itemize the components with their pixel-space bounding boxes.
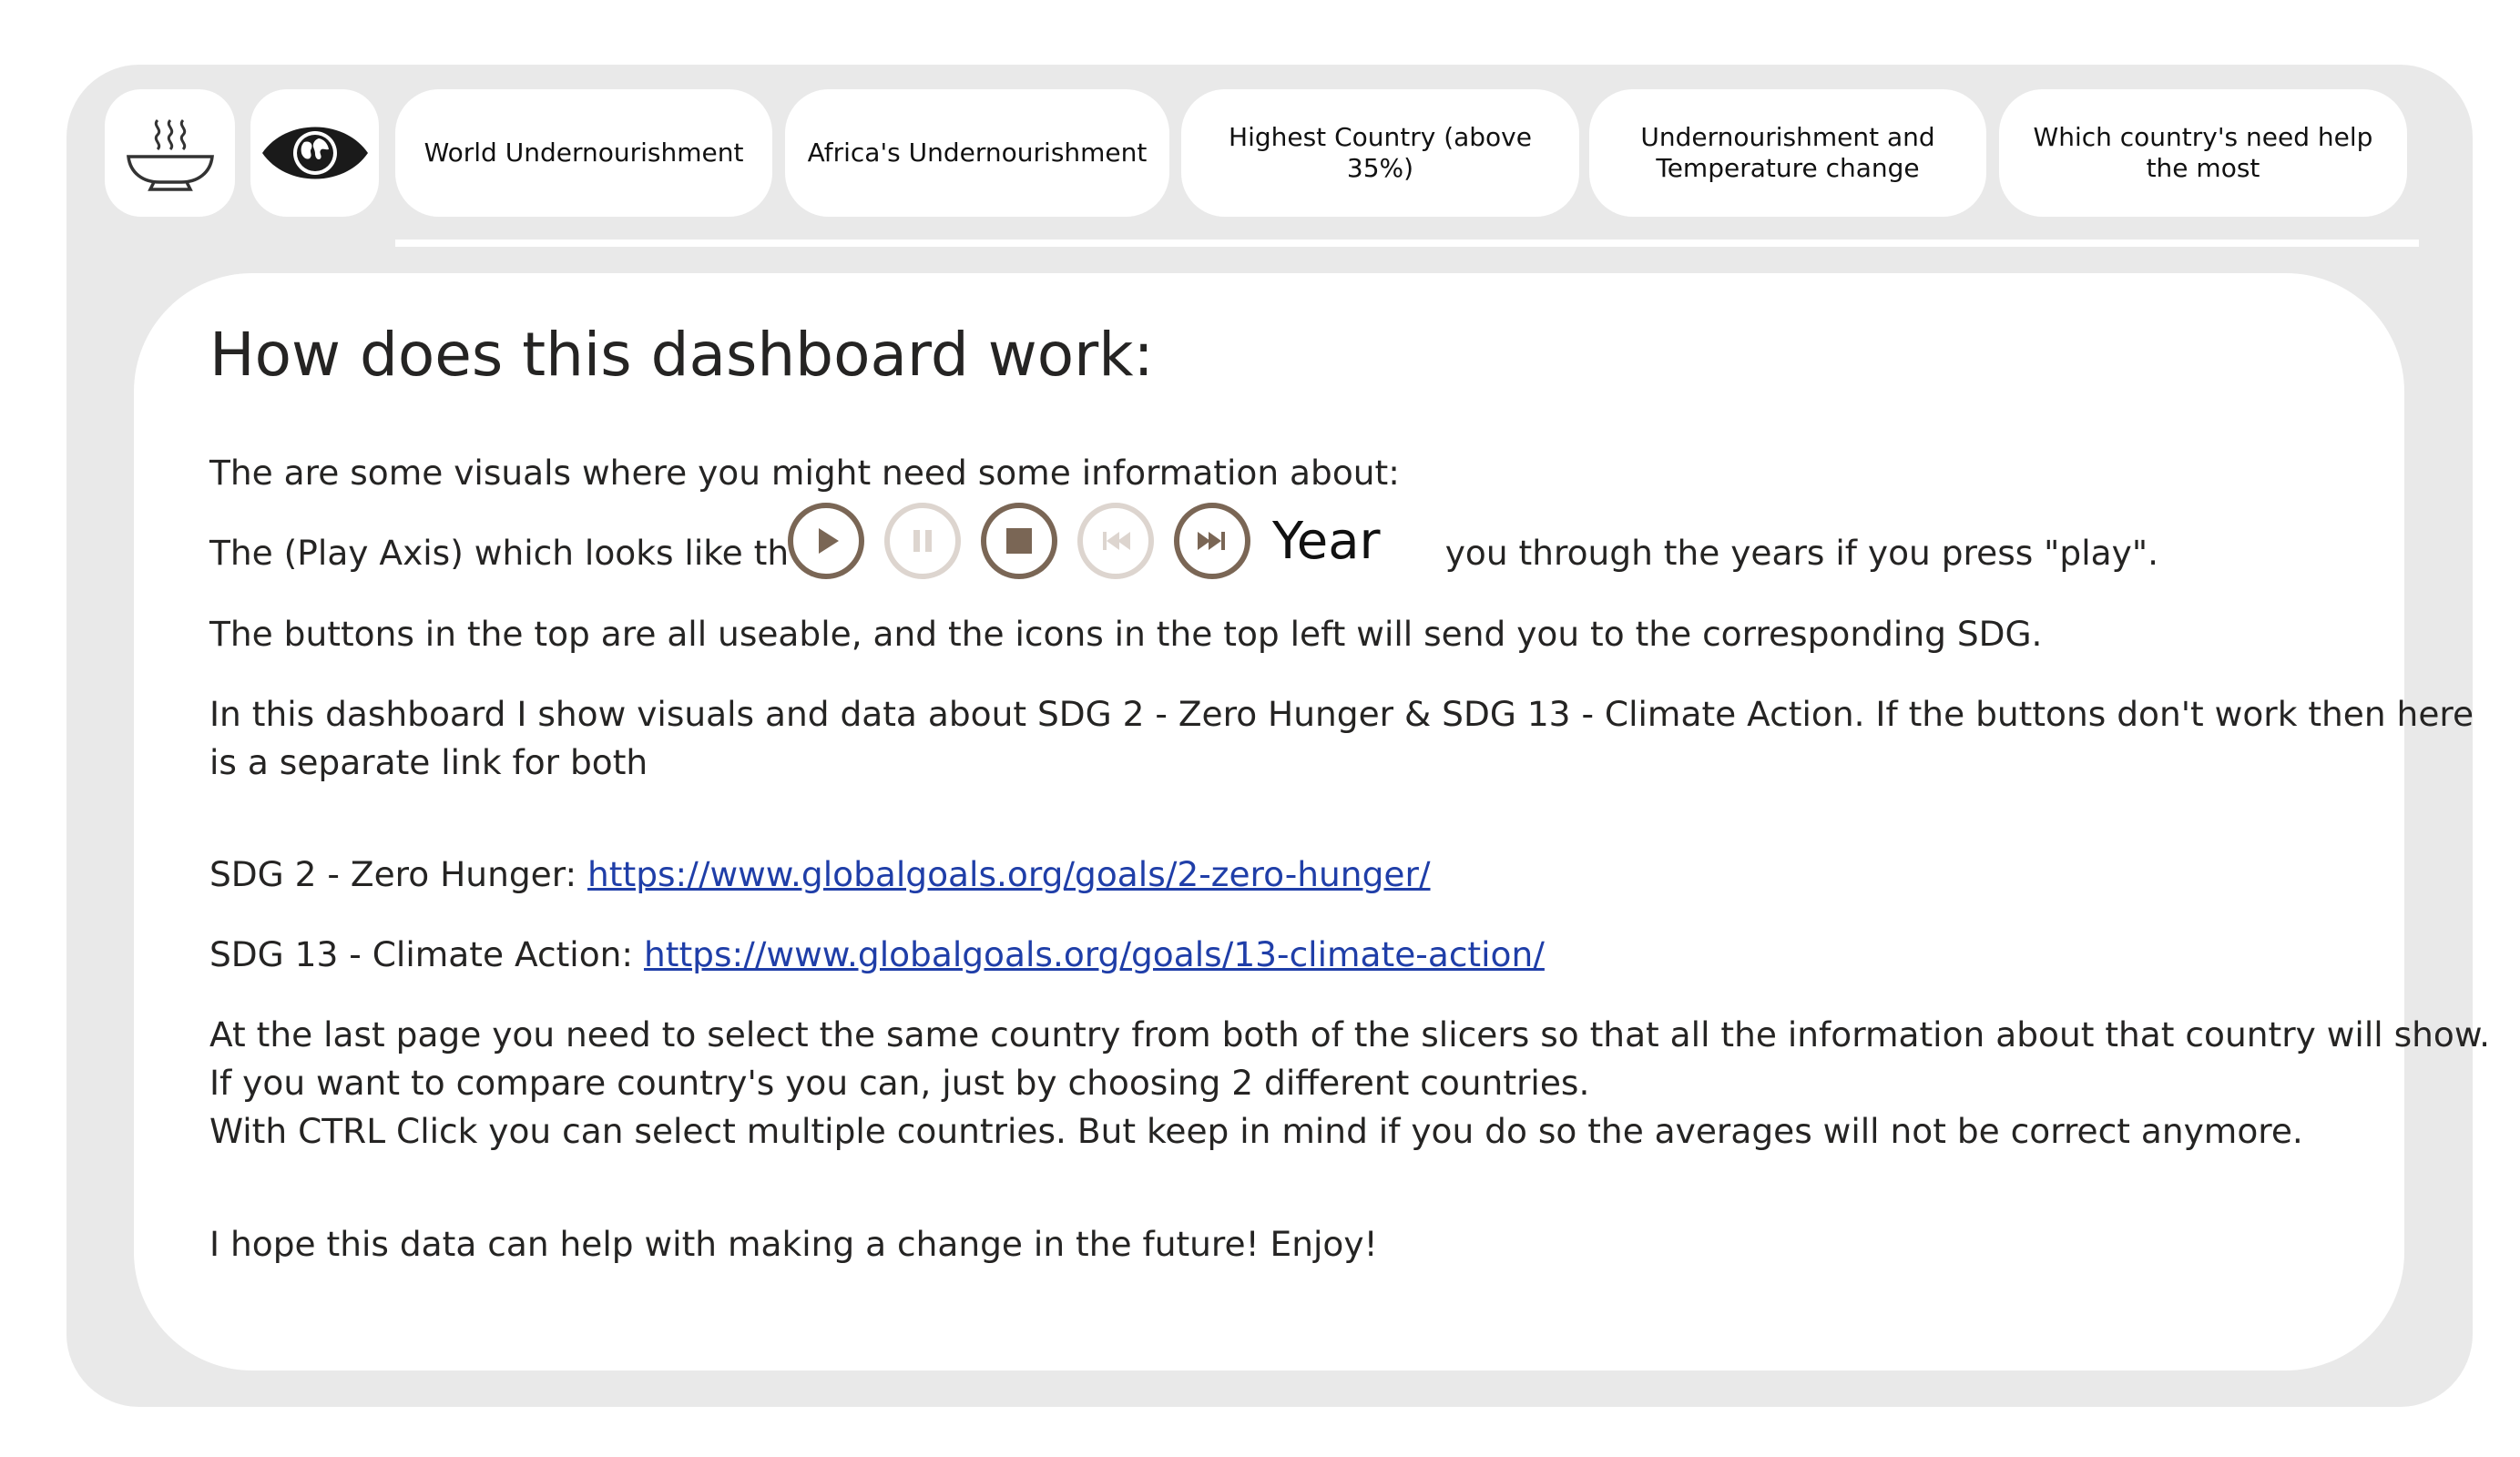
skip-back-button[interactable] [1077,503,1154,579]
sdg-info-text-line1: In this dashboard I show visuals and dat… [209,694,2474,734]
sdg13-label: SDG 13 - Climate Action: [209,934,634,974]
soup-bowl-icon [126,118,214,191]
closing-text: I hope this data can help with making a … [209,1224,1378,1264]
earth-eye-icon [261,127,368,179]
play-axis-widget: Year [788,497,1396,585]
intro-text: The are some visuals where you might nee… [209,453,1400,493]
last-page-text-line2: If you want to compare country's you can… [209,1063,1590,1103]
info-panel [134,273,2404,1370]
play-icon [819,528,839,554]
buttons-info-text: The buttons in the top are all useable, … [209,614,2043,654]
undernourishment-temperature-button[interactable]: Undernourishment and Temperature change [1589,89,1986,217]
last-page-text-line3: With CTRL Click you can select multiple … [209,1111,2303,1151]
last-page-text-line1: At the last page you need to select the … [209,1014,2490,1055]
play-axis-year-label: Year [1272,511,1381,571]
sdg13-link[interactable]: https://www.globalgoals.org/goals/13-cli… [644,934,1545,974]
sdg2-label: SDG 2 - Zero Hunger: [209,854,577,894]
sdg2-link[interactable]: https://www.globalgoals.org/goals/2-zero… [587,854,1430,894]
skip-forward-icon [1198,532,1225,550]
world-undernourishment-button[interactable]: World Undernourishment [395,89,772,217]
play-axis-suffix: you through the years if you press "play… [1444,533,2158,573]
stop-icon [1006,528,1032,554]
pause-button[interactable] [884,503,961,579]
skip-forward-button[interactable] [1174,503,1250,579]
skip-back-icon [1103,532,1130,550]
sdg2-link-row: SDG 2 - Zero Hunger: https://www.globalg… [209,851,1431,899]
nav-divider [395,239,2419,247]
play-axis-prefix: The (Play Axis) which looks like this: [209,533,828,573]
africa-undernourishment-button[interactable]: Africa's Undernourishment [785,89,1169,217]
highest-country-button[interactable]: Highest Country (above 35%) [1181,89,1579,217]
country-help-button[interactable]: Which country's need help the most [1999,89,2407,217]
sdg13-link-row: SDG 13 - Climate Action: https://www.glo… [209,931,1545,979]
page-title: How does this dashboard work: [209,320,1154,390]
sdg13-nav-button[interactable] [250,89,379,217]
pause-icon [913,530,932,552]
sdg2-nav-button[interactable] [105,89,235,217]
sdg-info-text-line2: is a separate link for both [209,742,648,782]
stop-button[interactable] [981,503,1057,579]
play-button[interactable] [788,503,864,579]
